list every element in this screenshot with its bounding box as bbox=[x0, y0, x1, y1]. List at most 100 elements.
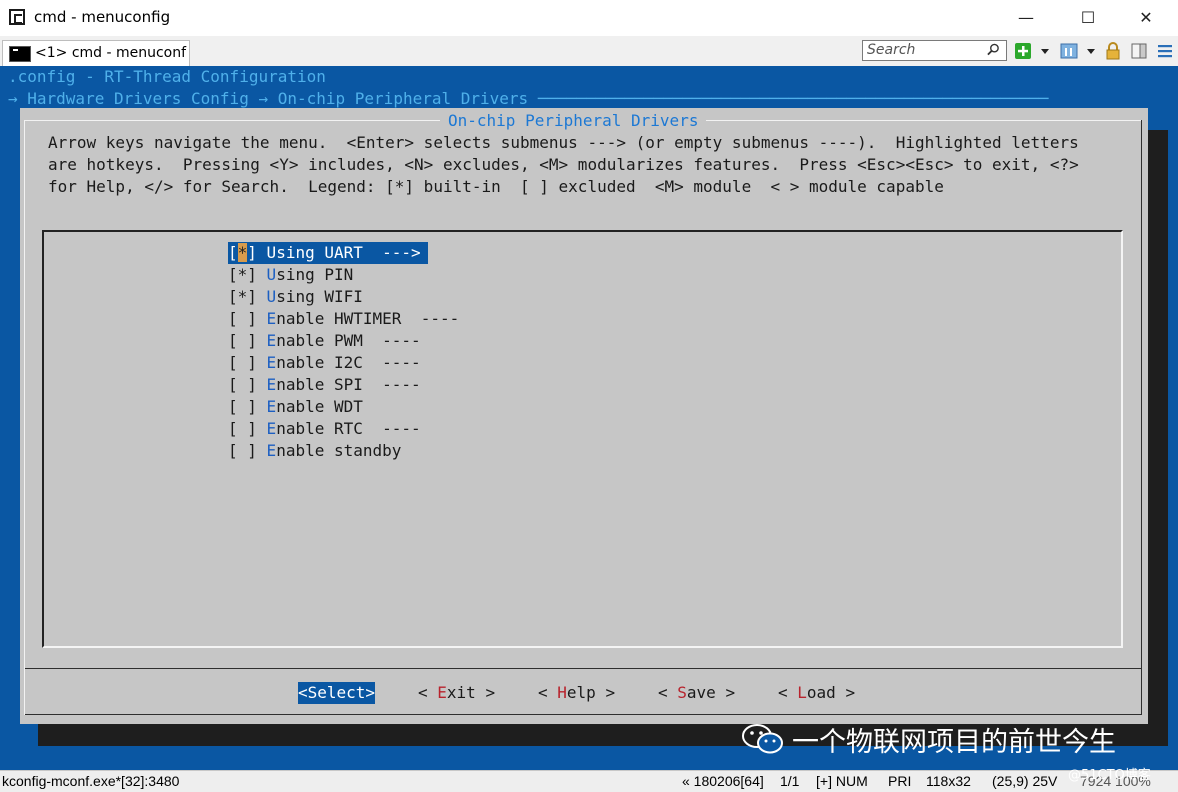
chevron-down-icon[interactable] bbox=[1040, 46, 1050, 56]
checkbox-bracket: ] bbox=[247, 309, 267, 328]
checkbox-bracket: ] bbox=[247, 441, 267, 460]
checkbox-bracket: ] bbox=[247, 353, 267, 372]
panel-icon[interactable] bbox=[1130, 42, 1148, 60]
help-line: Arrow keys navigate the menu. <Enter> se… bbox=[48, 133, 1079, 152]
menu-item-submenu-indicator: ---- bbox=[362, 331, 421, 350]
checkbox-bracket: ] bbox=[247, 397, 267, 416]
checkbox-bracket: [ bbox=[228, 397, 238, 416]
menu-item-label: nable I2C bbox=[276, 353, 363, 372]
menu-item-submenu-indicator: ---- bbox=[401, 309, 460, 328]
dialog-border bbox=[24, 120, 25, 668]
close-button[interactable]: ✕ bbox=[1124, 6, 1168, 30]
help-label: elp > bbox=[566, 683, 616, 702]
menu-item-submenu-indicator: ---- bbox=[362, 353, 421, 372]
dialog-border bbox=[1141, 120, 1142, 668]
chevron-down-icon[interactable] bbox=[1086, 46, 1096, 56]
menu-item[interactable]: [ ] Enable I2C ---- bbox=[228, 352, 459, 374]
menu-item-hotkey: E bbox=[266, 309, 277, 328]
bracket: < bbox=[778, 683, 798, 702]
new-console-icon[interactable] bbox=[1014, 42, 1032, 60]
maximize-button[interactable]: ☐ bbox=[1066, 6, 1110, 30]
checkbox-mark[interactable]: * bbox=[238, 265, 248, 284]
checkbox-mark[interactable] bbox=[238, 353, 248, 372]
save-label: ave > bbox=[686, 683, 736, 702]
checkbox-bracket: ] bbox=[247, 265, 267, 284]
menu-item-label: nable PWM bbox=[276, 331, 363, 350]
menu-item-hotkey: E bbox=[266, 397, 277, 416]
menu-item-submenu-indicator: ---> bbox=[362, 243, 421, 262]
window-title-bar[interactable]: cmd - menuconfig — ☐ ✕ bbox=[0, 0, 1178, 36]
lock-icon[interactable] bbox=[1104, 42, 1122, 60]
menu-item[interactable]: [*] Using UART ---> bbox=[228, 242, 428, 264]
exit-button[interactable]: < Exit > bbox=[418, 682, 495, 704]
load-button[interactable]: < Load > bbox=[778, 682, 855, 704]
breadcrumb: → Hardware Drivers Config → On-chip Peri… bbox=[8, 89, 1049, 108]
menu-item-label: sing WIFI bbox=[276, 287, 363, 306]
checkbox-bracket: ] bbox=[247, 331, 267, 350]
save-hotkey: S bbox=[677, 683, 687, 702]
menu-item-hotkey: E bbox=[266, 353, 277, 372]
checkbox-mark[interactable] bbox=[238, 375, 248, 394]
menu-item-hotkey: E bbox=[266, 331, 277, 350]
bracket: < bbox=[538, 683, 558, 702]
select-button[interactable]: <Select> bbox=[298, 682, 376, 704]
button-separator bbox=[24, 668, 1142, 669]
status-process: kconfig-mconf.exe*[32]:3480 bbox=[2, 773, 180, 789]
split-view-icon[interactable] bbox=[1060, 42, 1078, 60]
menu-item-hotkey: E bbox=[266, 419, 277, 438]
help-button[interactable]: < Help > bbox=[538, 682, 615, 704]
menu-icon[interactable] bbox=[1156, 42, 1174, 60]
menu-item-hotkey: U bbox=[266, 287, 277, 306]
status-cursor: (25,9) 25V bbox=[992, 773, 1058, 789]
minimize-button[interactable]: — bbox=[1004, 6, 1048, 30]
menu-item[interactable]: [ ] Enable standby bbox=[228, 440, 459, 462]
checkbox-mark[interactable]: * bbox=[237, 243, 248, 262]
search-input[interactable]: Search bbox=[862, 40, 1007, 61]
menu-item-hotkey: U bbox=[266, 243, 277, 262]
search-icon[interactable] bbox=[987, 43, 1000, 56]
config-title: .config - RT-Thread Configuration bbox=[8, 67, 326, 86]
menu-item[interactable]: [ ] Enable WDT bbox=[228, 396, 459, 418]
menu-item-label: nable RTC bbox=[276, 419, 363, 438]
checkbox-mark[interactable] bbox=[238, 331, 248, 350]
checkbox-mark[interactable] bbox=[238, 397, 248, 416]
checkbox-bracket: ] bbox=[247, 419, 267, 438]
checkbox-mark[interactable]: * bbox=[238, 287, 248, 306]
checkbox-bracket: ] bbox=[247, 287, 267, 306]
save-button[interactable]: < Save > bbox=[658, 682, 735, 704]
dialog-title: On-chip Peripheral Drivers bbox=[440, 110, 707, 132]
menu-item-submenu-indicator: ---- bbox=[362, 419, 421, 438]
watermark: 一个物联网项目的前世今生 bbox=[740, 720, 1150, 760]
menu-item-label: nable SPI bbox=[276, 375, 363, 394]
menu-item[interactable]: [*] Using PIN bbox=[228, 264, 459, 286]
console-icon bbox=[9, 46, 31, 62]
checkbox-mark[interactable] bbox=[238, 309, 248, 328]
menu-item-label: sing UART bbox=[276, 243, 363, 262]
dialog-border bbox=[24, 714, 1142, 715]
status-priority: PRI bbox=[888, 773, 912, 789]
checkbox-bracket: [ bbox=[228, 441, 238, 460]
checkbox-mark[interactable] bbox=[238, 441, 248, 460]
checkbox-mark[interactable] bbox=[238, 419, 248, 438]
status-position: « 180206[64] bbox=[682, 773, 764, 789]
status-mode: [+] NUM bbox=[816, 773, 868, 789]
menu-item-submenu-indicator: ---- bbox=[362, 375, 421, 394]
help-hotkey: H bbox=[557, 683, 567, 702]
window-title: cmd - menuconfig bbox=[34, 8, 171, 26]
checkbox-bracket: [ bbox=[228, 375, 238, 394]
menu-item-label: nable WDT bbox=[276, 397, 363, 416]
dialog-shadow bbox=[1148, 130, 1168, 746]
status-size: 118x32 bbox=[926, 773, 971, 789]
menu-item-hotkey: E bbox=[266, 375, 277, 394]
menu-item[interactable]: [ ] Enable HWTIMER ---- bbox=[228, 308, 459, 330]
menu-item[interactable]: [*] Using WIFI bbox=[228, 286, 459, 308]
exit-hotkey: E bbox=[437, 683, 447, 702]
menu-item[interactable]: [ ] Enable SPI ---- bbox=[228, 374, 459, 396]
watermark-text: 一个物联网项目的前世今生 bbox=[792, 727, 1116, 758]
menu-item[interactable]: [ ] Enable RTC ---- bbox=[228, 418, 459, 440]
help-line: are hotkeys. Pressing <Y> includes, <N> … bbox=[48, 155, 1079, 174]
tab-cmd-menuconf[interactable]: <1> cmd - menuconf bbox=[2, 40, 190, 66]
menu-list bbox=[42, 230, 1123, 648]
checkbox-bracket: [ bbox=[228, 331, 238, 350]
menu-item[interactable]: [ ] Enable PWM ---- bbox=[228, 330, 459, 352]
